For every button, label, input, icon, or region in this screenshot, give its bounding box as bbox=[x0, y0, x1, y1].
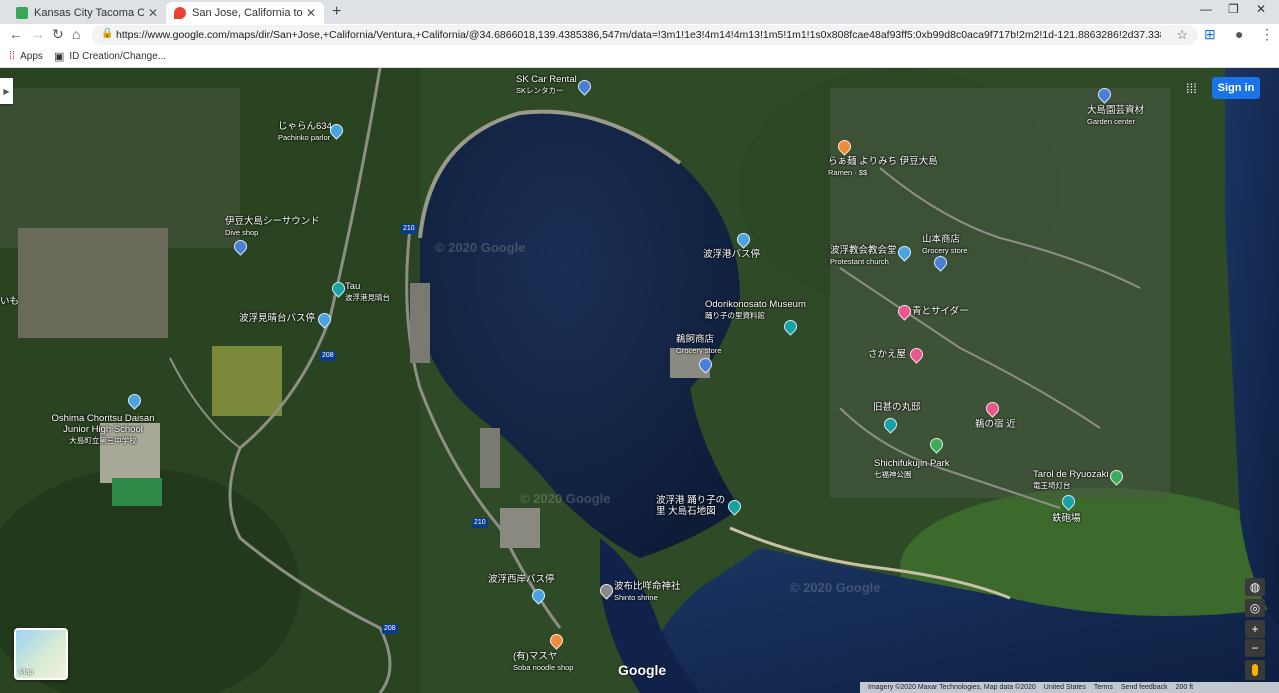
google-apps-icon[interactable]: ⁞⁞⁞ bbox=[1186, 81, 1197, 96]
tab-strip: Kansas City Tacoma Crew - 816/9 ✕ San Jo… bbox=[0, 0, 1279, 24]
close-tab-icon[interactable]: ✕ bbox=[306, 6, 316, 20]
place-label[interactable]: Shichifukujin Park 七福神公園 bbox=[874, 458, 950, 480]
road-shield: 208 bbox=[382, 624, 398, 634]
windows-extension-icon[interactable]: ⊞ bbox=[1204, 26, 1216, 43]
profile-icon[interactable]: ● bbox=[1235, 26, 1243, 42]
pegman-icon[interactable] bbox=[1245, 660, 1265, 680]
tab-favicon-icon bbox=[16, 7, 28, 19]
lock-icon: 🔒 bbox=[101, 28, 114, 39]
attribution-bar: Imagery ©2020 Maxar Technologies, Map da… bbox=[860, 682, 1279, 693]
place-label[interactable]: Odorikonosato Museum 踊り子の里資料館 bbox=[705, 299, 806, 321]
back-icon[interactable]: ← bbox=[9, 26, 23, 42]
place-label[interactable]: さかえ屋 bbox=[868, 349, 906, 360]
sign-in-button[interactable]: Sign in bbox=[1212, 77, 1260, 99]
tab-google-maps[interactable]: San Jose, California to Ventura, C ✕ bbox=[166, 2, 324, 24]
map-watermark: © 2020 Google bbox=[790, 580, 881, 595]
place-label[interactable]: 青とサイダー bbox=[912, 306, 969, 317]
tab-title: San Jose, California to Ventura, C bbox=[192, 7, 302, 19]
collapse-side-panel-icon[interactable]: ▶ bbox=[0, 78, 13, 104]
place-label[interactable]: 鉄砲場 bbox=[1052, 513, 1081, 524]
bookmarks-bar: ⁞⁞ Apps ▣ ID Creation/Change... bbox=[0, 46, 1279, 68]
zoom-out-button[interactable]: − bbox=[1245, 639, 1265, 657]
close-window-icon[interactable]: ✕ bbox=[1256, 2, 1266, 16]
bookmark-page-icon: ▣ bbox=[54, 51, 65, 63]
globe-icon[interactable]: ◍ bbox=[1245, 578, 1265, 596]
place-label[interactable]: らぁ麺 よりみち 伊豆大島 Ramen · $$ bbox=[828, 156, 938, 178]
map-watermark: © 2020 Google bbox=[520, 491, 611, 506]
place-label[interactable]: 旧甚の丸邸 bbox=[873, 402, 921, 413]
bookmark-star-icon[interactable]: ☆ bbox=[1176, 27, 1188, 43]
place-label[interactable]: 鵜の宿 近 bbox=[975, 419, 1016, 430]
place-label[interactable]: いも bbox=[0, 296, 19, 307]
minimap-label: Map bbox=[19, 667, 34, 676]
bookmark-id-creation[interactable]: ▣ ID Creation/Change... bbox=[54, 50, 166, 63]
maps-pin-favicon-icon bbox=[174, 7, 186, 19]
my-location-icon[interactable]: ◎ bbox=[1245, 599, 1265, 617]
place-label[interactable]: Oshima Choritsu Daisan Junior High Schoo… bbox=[48, 413, 158, 446]
bookmark-apps[interactable]: ⁞⁞ Apps bbox=[9, 50, 43, 62]
place-label[interactable]: 伊豆大島シーサウンド Dive shop bbox=[225, 216, 320, 238]
place-label[interactable]: 大島園芸資材 Garden center bbox=[1087, 105, 1144, 127]
restore-icon[interactable]: ❐ bbox=[1228, 2, 1239, 16]
bookmark-label: Apps bbox=[20, 50, 43, 62]
imagery-credit: Imagery ©2020 Maxar Technologies, Map da… bbox=[868, 684, 1036, 691]
road-shield: 208 bbox=[320, 351, 336, 361]
place-label[interactable]: 波布比咩命神社 Shinto shrine bbox=[614, 581, 681, 603]
send-feedback-link[interactable]: Send feedback bbox=[1121, 684, 1168, 691]
forward-icon[interactable]: → bbox=[31, 26, 45, 42]
browser-toolbar: ← → ↻ ⌂ 🔒 https://www.google.com/maps/di… bbox=[0, 24, 1279, 46]
country-link[interactable]: United States bbox=[1044, 684, 1086, 691]
place-label[interactable]: Tau 波浮港見晴台 bbox=[345, 281, 390, 303]
url-text: https://www.google.com/maps/dir/San+Jose… bbox=[116, 29, 1161, 41]
map-layer-toggle[interactable]: Map bbox=[14, 628, 68, 680]
reload-icon[interactable]: ↻ bbox=[52, 26, 64, 43]
place-label[interactable]: 山本商店 Grocery store bbox=[922, 234, 967, 256]
tab-title: Kansas City Tacoma Crew - 816/9 bbox=[34, 7, 144, 19]
place-label[interactable]: 波浮港 踊り子の里 大島石地図 bbox=[656, 495, 726, 517]
bookmark-label: ID Creation/Change... bbox=[69, 51, 167, 62]
place-label[interactable]: SK Car Rental SKレンタカー bbox=[516, 74, 577, 96]
place-label[interactable]: 波浮見晴台バス停 bbox=[239, 313, 315, 324]
road-shield: 210 bbox=[472, 518, 488, 528]
minimize-icon[interactable]: — bbox=[1200, 2, 1212, 16]
tab-kansas-city[interactable]: Kansas City Tacoma Crew - 816/9 ✕ bbox=[8, 2, 166, 24]
google-logo: Google bbox=[618, 662, 667, 678]
terms-link[interactable]: Terms bbox=[1094, 684, 1113, 691]
new-tab-icon[interactable]: + bbox=[332, 3, 341, 21]
map-watermark: © 2020 Google bbox=[435, 240, 526, 255]
home-icon[interactable]: ⌂ bbox=[72, 26, 80, 42]
place-label[interactable]: じゃらん634 Pachinko parlor bbox=[278, 121, 332, 143]
apps-grid-icon: ⁞⁞ bbox=[9, 50, 16, 62]
satellite-map[interactable]: ▶ © 2020 Google © 2020 Google © 2020 Goo… bbox=[0, 68, 1279, 693]
place-label[interactable]: (有)マスヤ Soba noodle shop bbox=[513, 651, 573, 673]
close-tab-icon[interactable]: ✕ bbox=[148, 6, 158, 20]
place-label[interactable]: Tarol de Ryuozaki 竜王埼灯台 bbox=[1033, 469, 1109, 491]
place-label[interactable]: 鵜飼商店 Grocery store bbox=[676, 334, 721, 356]
scale-label[interactable]: 200 ft bbox=[1176, 684, 1194, 691]
address-bar[interactable]: 🔒 https://www.google.com/maps/dir/San+Jo… bbox=[92, 25, 1198, 45]
place-label[interactable]: 波浮西岸バス停 bbox=[488, 574, 555, 585]
menu-kebab-icon[interactable]: ⋮ bbox=[1260, 26, 1274, 43]
place-label[interactable]: 波浮教会教会堂 Protestant church bbox=[830, 245, 897, 267]
zoom-in-button[interactable]: + bbox=[1245, 620, 1265, 638]
road-shield: 210 bbox=[401, 224, 417, 234]
place-label[interactable]: 波浮港バス停 bbox=[703, 249, 760, 260]
